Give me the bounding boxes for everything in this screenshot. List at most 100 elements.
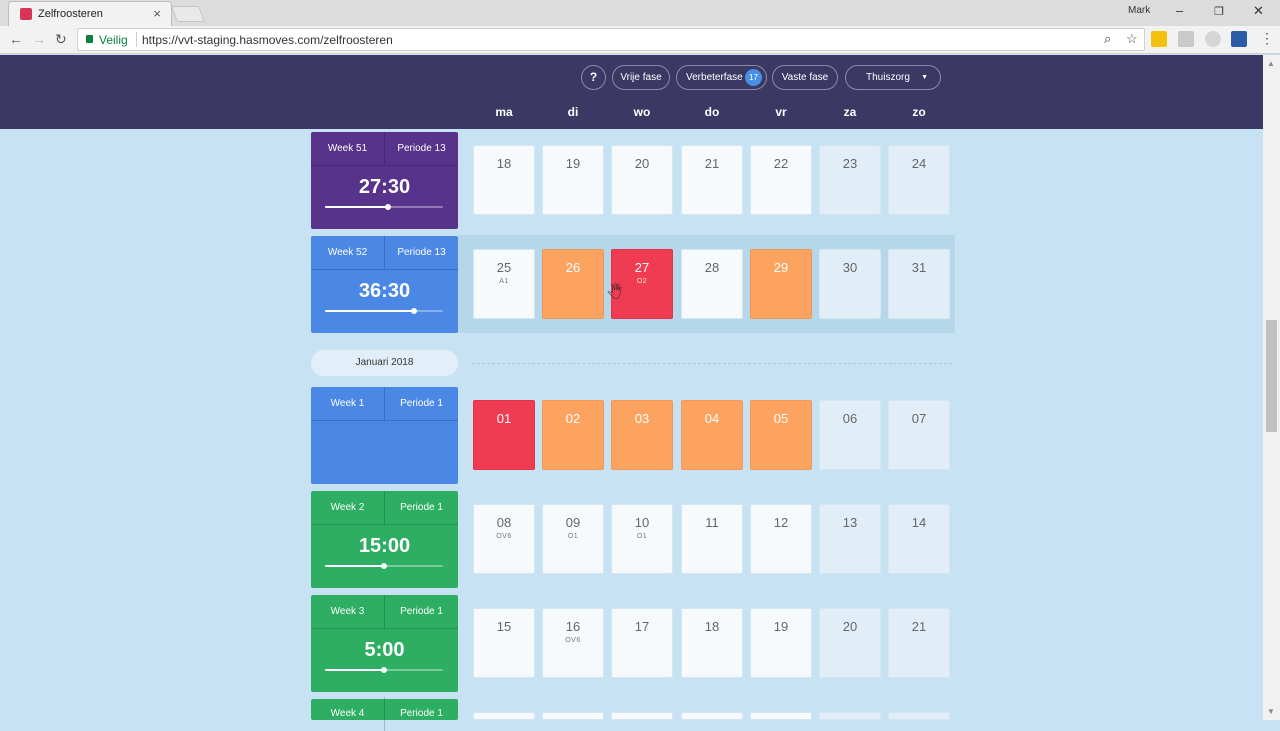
week-card[interactable]: Week 3 Periode 1 5:00 xyxy=(311,595,458,692)
address-bar[interactable]: Veilig https://vvt-staging.hasmoves.com/… xyxy=(77,28,1145,51)
profile-name[interactable]: Mark xyxy=(1128,5,1150,16)
week-card[interactable]: Week 4 Periode 1 xyxy=(311,697,458,731)
reload-icon[interactable]: ↻ xyxy=(55,31,67,48)
zoom-search-icon[interactable]: ⌕ xyxy=(1104,31,1111,47)
day-cell[interactable]: 30 xyxy=(819,249,881,319)
scrollbar-thumb[interactable] xyxy=(1266,320,1277,432)
day-number: 16 xyxy=(565,619,581,634)
day-cell[interactable]: 16 OV6 xyxy=(542,608,604,678)
day-cell[interactable]: 14 xyxy=(888,504,950,574)
day-cell[interactable]: 11 xyxy=(681,504,743,574)
day-cell[interactable]: 31 xyxy=(888,249,950,319)
close-window-icon[interactable]: ✕ xyxy=(1253,3,1264,19)
day-cell[interactable]: 02 xyxy=(542,400,604,470)
day-cell[interactable] xyxy=(819,712,881,720)
day-cell[interactable]: 03 xyxy=(611,400,673,470)
day-number: 18 xyxy=(704,619,720,634)
day-cell[interactable]: 13 xyxy=(819,504,881,574)
dayname-di: di xyxy=(567,105,579,119)
tab-title: Zelfroosteren xyxy=(38,8,103,20)
day-number: 12 xyxy=(773,515,789,530)
day-number: 10 xyxy=(634,515,650,530)
organization-select-value: Thuiszorg xyxy=(866,72,910,83)
day-number: 04 xyxy=(704,411,720,426)
day-cell[interactable]: 22 xyxy=(750,145,812,215)
day-cell[interactable]: 06 xyxy=(819,400,881,470)
extension-icon[interactable] xyxy=(1151,31,1167,47)
day-cell[interactable] xyxy=(542,712,604,720)
week-hours: 5:00 xyxy=(364,639,405,661)
day-cell[interactable]: 18 xyxy=(681,608,743,678)
day-cell[interactable] xyxy=(750,712,812,720)
phase-improve-button[interactable]: Verbeterfase 17 xyxy=(676,65,767,90)
day-number: 31 xyxy=(911,260,927,275)
day-cell[interactable] xyxy=(473,712,535,720)
day-number: 15 xyxy=(496,619,512,634)
url-text[interactable]: https://vvt-staging.hasmoves.com/zelfroo… xyxy=(142,33,393,47)
day-cell[interactable]: 05 xyxy=(750,400,812,470)
week-label: Week 4 xyxy=(311,697,385,731)
day-cell[interactable]: 01 xyxy=(473,400,535,470)
day-number: 03 xyxy=(634,411,650,426)
week-label: Week 51 xyxy=(311,132,385,166)
day-cell[interactable]: 21 xyxy=(888,608,950,678)
day-cell[interactable]: 04 xyxy=(681,400,743,470)
help-button[interactable]: ? xyxy=(581,65,606,90)
shift-code: O1 xyxy=(567,533,579,540)
day-cell[interactable] xyxy=(681,712,743,720)
mouse-cursor-icon: 🖑 xyxy=(607,284,623,300)
minimize-icon[interactable]: – xyxy=(1176,3,1183,18)
day-number: 09 xyxy=(565,515,581,530)
browser-tab[interactable]: Zelfroosteren × xyxy=(8,1,172,26)
page-scrollbar[interactable]: ▲ ▼ xyxy=(1263,55,1280,720)
restore-icon[interactable]: ❐ xyxy=(1214,5,1224,18)
day-cell[interactable]: 29 xyxy=(750,249,812,319)
day-cell[interactable]: 09 O1 xyxy=(542,504,604,574)
extension-circle-icon[interactable] xyxy=(1205,31,1221,47)
week-hours: 36:30 xyxy=(358,280,411,302)
day-cell[interactable]: 28 xyxy=(681,249,743,319)
dropbox-icon[interactable] xyxy=(1178,31,1194,47)
phase-fixed-button[interactable]: Vaste fase xyxy=(772,65,838,90)
day-cell[interactable]: 26 xyxy=(542,249,604,319)
scroll-down-icon[interactable]: ▼ xyxy=(1267,707,1275,716)
day-cell[interactable]: 20 xyxy=(611,145,673,215)
phase-free-button[interactable]: Vrije fase xyxy=(612,65,670,90)
extension-blue-icon[interactable] xyxy=(1231,31,1247,47)
bookmark-star-icon[interactable]: ☆ xyxy=(1126,31,1138,47)
dayname-za: za xyxy=(843,105,857,119)
day-cell[interactable]: 19 xyxy=(542,145,604,215)
day-number: 25 xyxy=(496,260,512,275)
day-cell[interactable]: 21 xyxy=(681,145,743,215)
browser-menu-icon[interactable]: ⋮ xyxy=(1260,30,1274,47)
week-card[interactable]: Week 2 Periode 1 15:00 xyxy=(311,491,458,588)
day-cell[interactable]: 10 O1 xyxy=(611,504,673,574)
scroll-up-icon[interactable]: ▲ xyxy=(1267,59,1275,68)
day-cell[interactable]: 08 OV6 xyxy=(473,504,535,574)
month-divider-line xyxy=(472,363,952,364)
day-cell[interactable]: 25 A1 xyxy=(473,249,535,319)
week-card[interactable]: Week 1 Periode 1 xyxy=(311,387,458,484)
day-cell[interactable]: 20 xyxy=(819,608,881,678)
organization-select[interactable]: Thuiszorg ▼ xyxy=(845,65,941,90)
day-cell[interactable]: 23 xyxy=(819,145,881,215)
new-tab-button[interactable] xyxy=(171,6,205,22)
day-cell[interactable]: 18 xyxy=(473,145,535,215)
forward-icon[interactable]: → xyxy=(32,31,46,47)
week-card[interactable]: Week 51 Periode 13 27:30 xyxy=(311,132,458,229)
day-number: 07 xyxy=(911,411,927,426)
day-cell[interactable]: 15 xyxy=(473,608,535,678)
day-cell[interactable]: 24 xyxy=(888,145,950,215)
dayname-wo: wo xyxy=(633,105,651,119)
day-cell[interactable] xyxy=(611,712,673,720)
back-icon[interactable]: ← xyxy=(9,31,23,47)
close-tab-icon[interactable]: × xyxy=(153,6,161,21)
day-cell[interactable]: 12 xyxy=(750,504,812,574)
day-cell[interactable] xyxy=(888,712,950,720)
day-cell[interactable]: 07 xyxy=(888,400,950,470)
shift-code: O1 xyxy=(636,533,648,540)
day-number: 30 xyxy=(842,260,858,275)
day-cell[interactable]: 17 xyxy=(611,608,673,678)
day-cell[interactable]: 19 xyxy=(750,608,812,678)
week-card[interactable]: Week 52 Periode 13 36:30 xyxy=(311,236,458,333)
